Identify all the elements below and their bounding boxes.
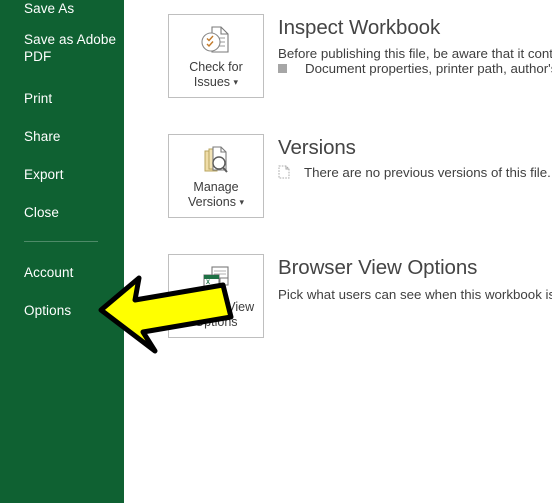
browser-window-icon: X [203,266,229,287]
sidebar-item-print[interactable]: Print [24,90,52,107]
manage-versions-button[interactable]: Manage Versions ▾ [168,134,264,218]
versions-bullet: There are no previous versions of this f… [278,164,551,181]
inspect-workbook-title: Inspect Workbook [278,16,441,39]
sidebar-item-account[interactable]: Account [24,264,73,281]
sidebar-item-export[interactable]: Export [24,166,64,183]
document-stack-search-icon [204,146,228,173]
manage-versions-label-line1: Manage [193,180,239,194]
manage-versions-label-line2: Versions [188,195,236,209]
backstage-sidebar: Save As Save as Adobe PDF Print Share Ex… [0,0,124,503]
inspect-workbook-bullet-text: Document properties, printer path, autho… [305,61,552,76]
browser-view-options-label-line2: Options [194,315,238,329]
sidebar-item-save-as-adobe-pdf[interactable]: Save as Adobe PDF [24,31,116,65]
browser-view-options-label-line1: Browser View [177,300,255,314]
browser-view-options-title: Browser View Options [278,256,478,279]
inspect-workbook-bullet: Document properties, printer path, autho… [278,60,552,77]
browser-view-options-description: Pick what users can see when this workbo… [278,287,552,302]
versions-title: Versions [278,136,356,159]
sidebar-item-save-as[interactable]: Save As [24,0,74,17]
browser-view-options-button[interactable]: X Browser View Options [168,254,264,338]
versions-bullet-text: There are no previous versions of this f… [304,165,551,180]
sidebar-item-options[interactable]: Options [24,302,71,319]
chevron-down-icon[interactable]: ▾ [234,77,239,87]
sidebar-item-share[interactable]: Share [24,128,61,145]
square-bullet-icon [278,64,287,73]
chevron-down-icon[interactable]: ▾ [239,197,244,207]
check-for-issues-label-line2: Issues [193,75,231,89]
check-for-issues-label-line1: Check for [189,60,243,74]
svg-text:X: X [206,280,210,286]
backstage-info-pane: Check for Issues ▾ Inspect Workbook Befo… [124,0,552,503]
sidebar-separator [24,241,98,242]
sidebar-item-close[interactable]: Close [24,204,59,221]
check-for-issues-button[interactable]: Check for Issues ▾ [168,14,264,98]
document-outline-icon [278,165,290,179]
document-checklist-icon [201,26,229,53]
